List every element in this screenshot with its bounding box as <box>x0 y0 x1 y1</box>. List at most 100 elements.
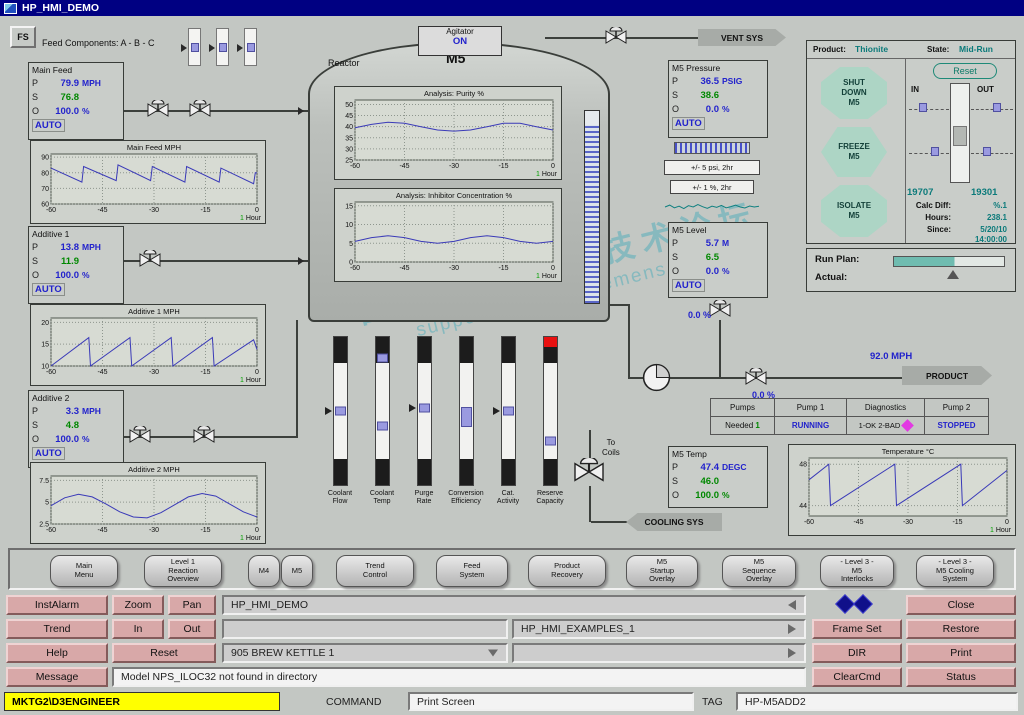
status-button[interactable]: Status <box>906 667 1016 687</box>
page-forward-icon[interactable] <box>788 648 796 658</box>
examples-field[interactable]: HP_HMI_EXAMPLES_1 <box>512 619 806 639</box>
pan-button[interactable]: Pan <box>168 595 216 615</box>
nav-button-feed-system[interactable]: FeedSystem <box>436 555 508 587</box>
pump2-state[interactable]: STOPPED <box>925 417 989 435</box>
help-button[interactable]: Help <box>6 643 108 663</box>
vent-sys-banner[interactable]: VENT SYS <box>698 29 786 46</box>
additive1-trend[interactable]: 201510-60-45-30-150Additive 1 MPH1 Hour <box>30 304 266 386</box>
frame-diamond-icon[interactable] <box>853 594 873 614</box>
trend-button[interactable]: Trend <box>6 619 108 639</box>
kettle-field[interactable]: 905 BREW KETTLE 1 <box>222 643 508 663</box>
mode-indicator[interactable]: AUTO <box>32 447 65 460</box>
nav-button-main-menu[interactable]: MainMenu <box>50 555 118 587</box>
pv-label: P <box>32 406 43 416</box>
out-marker-icon <box>993 103 1001 112</box>
nav-button-product-recovery[interactable]: ProductRecovery <box>528 555 606 587</box>
gauge-bar <box>459 336 474 486</box>
freeze-m5-button[interactable]: FREEZEM5 <box>821 127 887 177</box>
page-forward-icon[interactable] <box>788 624 796 634</box>
nav-button-level-3-m5-cooling-system[interactable]: - Level 3 -M5 CoolingSystem <box>916 555 994 587</box>
restore-button[interactable]: Restore <box>906 619 1016 639</box>
pv-row: O0.0% <box>669 264 767 278</box>
controller-additive-2[interactable]: Additive 2 P3.3MPHS4.8O100.0%AUTO <box>28 390 124 468</box>
actual-marker-icon[interactable] <box>947 270 959 279</box>
reset-command-button[interactable]: Reset <box>112 643 216 663</box>
reset-button[interactable]: Reset <box>933 63 997 79</box>
chart-title: Additive 1 MPH <box>128 307 180 316</box>
gauge-conversion-efficiency[interactable]: ConversionEfficiency <box>444 336 488 506</box>
balance-track[interactable] <box>950 83 970 183</box>
aux-field[interactable] <box>512 643 806 663</box>
frame-diamond-icon[interactable] <box>835 594 855 614</box>
pump1-state[interactable]: RUNNING <box>775 417 847 435</box>
mode-indicator[interactable]: AUTO <box>32 119 65 132</box>
close-button[interactable]: Close <box>906 595 1016 615</box>
tag-input[interactable]: HP-M5ADD2 <box>736 692 1018 711</box>
vent-valve-icon[interactable] <box>604 27 628 47</box>
zoom-in-button[interactable]: In <box>112 619 164 639</box>
command-label: COMMAND <box>326 692 381 711</box>
balance-slider[interactable] <box>953 126 967 146</box>
main-feed-trend[interactable]: 90807060-60-45-30-150Main Feed MPH1 Hour <box>30 140 266 224</box>
pv-row: O100.0% <box>669 488 767 502</box>
zoom-out-button[interactable]: Out <box>168 619 216 639</box>
controller-m5-pressure[interactable]: M5 Pressure P36.5PSIGS38.6O0.0%AUTO <box>668 60 768 138</box>
display-name-field[interactable]: HP_HMI_DEMO <box>222 595 806 615</box>
nav-button-m5-startup-overlay[interactable]: M5StartupOverlay <box>626 555 698 587</box>
window-title: HP_HMI_DEMO <box>22 2 99 14</box>
nav-button-level-3-m5-interlocks[interactable]: - Level 3 -M5Interlocks <box>820 555 894 587</box>
zoom-button[interactable]: Zoom <box>112 595 164 615</box>
clear-cmd-button[interactable]: ClearCmd <box>812 667 902 687</box>
gauge-reserve-capacity[interactable]: ReserveCapacity <box>528 336 572 506</box>
title-bar[interactable]: HP_HMI_DEMO <box>0 0 1024 16</box>
print-button[interactable]: Print <box>906 643 1016 663</box>
in-label: IN <box>911 85 919 94</box>
mode-indicator[interactable]: AUTO <box>672 279 705 292</box>
valve-icon[interactable] <box>128 426 152 446</box>
valve-icon[interactable] <box>146 100 170 120</box>
nav-button-level-1-reaction-overview[interactable]: Level 1ReactionOverview <box>144 555 222 587</box>
frame-set-button[interactable]: Frame Set <box>812 619 902 639</box>
mode-indicator[interactable]: AUTO <box>32 283 65 296</box>
shutdown-m5-button[interactable]: SHUTDOWNM5 <box>821 67 887 119</box>
mode-indicator[interactable]: AUTO <box>672 117 705 130</box>
controller-m5-temp[interactable]: M5 Temp P47.4DEGCS46.0O100.0% <box>668 446 768 508</box>
message-field[interactable]: Model NPS_ILOC32 not found in directory <box>112 667 806 687</box>
page-back-icon[interactable] <box>788 600 796 610</box>
valve-icon[interactable] <box>188 100 212 120</box>
hour-label: 1 Hour <box>536 171 558 178</box>
y-tick-label: 44 <box>799 503 807 510</box>
nav-button-m5[interactable]: M5 <box>281 555 313 587</box>
purity-trend[interactable]: 504540353025-60-45-30-150Analysis: Purit… <box>334 86 562 180</box>
controller-main-feed[interactable]: Main Feed P79.9MPHS76.8O100.0%AUTO <box>28 62 124 140</box>
cooling-sys-banner[interactable]: COOLING SYS <box>626 513 722 531</box>
dropdown-icon[interactable] <box>488 650 498 657</box>
gauge-coolant-temp[interactable]: CoolantTemp <box>360 336 404 506</box>
nav-button-m5-sequence-overlay[interactable]: M5SequenceOverlay <box>722 555 796 587</box>
gauge-purge-rate[interactable]: PurgeRate <box>402 336 446 506</box>
fs-button[interactable]: FS <box>10 26 36 48</box>
inst-alarm-button[interactable]: InstAlarm <box>6 595 108 615</box>
additive2-trend[interactable]: 7.552.5-60-45-30-150Additive 2 MPH1 Hour <box>30 462 266 544</box>
nav-button-trend-control[interactable]: TrendControl <box>336 555 414 587</box>
isolate-m5-button[interactable]: ISOLATEM5 <box>821 185 887 237</box>
pump-icon[interactable] <box>640 361 673 394</box>
product-banner[interactable]: PRODUCT <box>902 366 992 385</box>
gauge-coolant-flow[interactable]: CoolantFlow <box>318 336 362 506</box>
temperature-trend[interactable]: 4844-60-45-30-150Temperature °C1 Hour <box>788 444 1016 536</box>
controller-m5-level[interactable]: M5 Level P5.7MS6.5O0.0%AUTO <box>668 222 768 298</box>
gauge-cat-activity[interactable]: Cat.Activity <box>486 336 530 506</box>
message-button[interactable]: Message <box>6 667 108 687</box>
agitator-status-box[interactable]: Agitator ON <box>418 26 502 56</box>
controller-additive-1[interactable]: Additive 1 P13.8MPHS11.9O100.0%AUTO <box>28 226 124 304</box>
user-field[interactable]: MKTG2\D3ENGINEER <box>4 692 280 711</box>
nav-button-m4[interactable]: M4 <box>248 555 280 587</box>
product-valve-icon[interactable] <box>744 368 768 388</box>
command-input[interactable]: Print Screen <box>408 692 694 711</box>
schematic-field[interactable] <box>222 619 508 639</box>
valve-icon[interactable] <box>192 426 216 446</box>
valve-icon[interactable] <box>708 300 732 320</box>
valve-icon[interactable] <box>138 250 162 270</box>
inhibitor-trend[interactable]: 151050-60-45-30-150Analysis: Inhibitor C… <box>334 188 562 282</box>
dir-button[interactable]: DIR <box>812 643 902 663</box>
